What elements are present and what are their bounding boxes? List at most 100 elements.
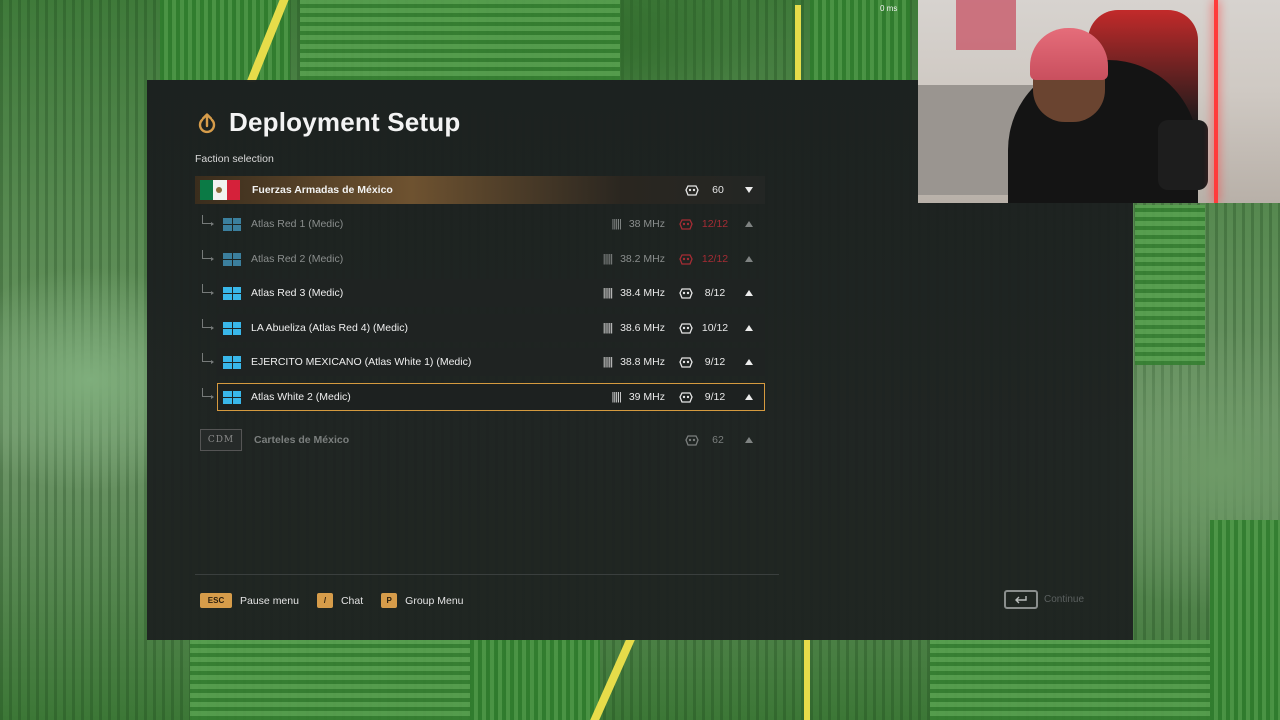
faction-stats: 62 xyxy=(671,426,753,454)
faction-stats: 60 xyxy=(671,176,753,204)
map-field xyxy=(470,640,600,720)
faction-row-fuerzas-armadas[interactable]: Fuerzas Armadas de México 60 xyxy=(195,176,765,204)
continue-label: Continue xyxy=(1044,594,1085,605)
group-menu-key[interactable]: P xyxy=(381,593,398,608)
radio-wave-icon: ||||| xyxy=(611,391,622,403)
group-stats: ||||| 38.6 MHz 10/12 xyxy=(603,314,753,342)
map-field xyxy=(190,640,470,720)
tree-branch-icon xyxy=(202,319,214,330)
group-slots: 9/12 xyxy=(704,391,726,403)
frequency-value: 38.4 MHz xyxy=(620,287,665,299)
expand-arrow-icon[interactable] xyxy=(745,394,753,400)
frequency-value: 38.2 MHz xyxy=(620,253,665,265)
collapse-arrow-icon[interactable] xyxy=(745,187,753,193)
group-stats: ||||| 38.4 MHz 8/12 xyxy=(603,279,753,307)
radio-wave-icon: ||||| xyxy=(602,356,613,368)
expand-arrow-icon[interactable] xyxy=(745,221,753,227)
faction-selection-label: Faction selection xyxy=(195,153,274,165)
esc-key[interactable]: ESC xyxy=(200,593,232,608)
group-row-selected[interactable]: Atlas White 2 (Medic) ||||| 39 MHz 9/12 xyxy=(202,383,765,411)
tree-branch-icon xyxy=(202,284,214,295)
group-row[interactable]: Atlas Red 1 (Medic) ||||| 38 MHz 12/12 xyxy=(202,210,765,238)
continue-button[interactable]: Continue xyxy=(1004,590,1084,609)
tree-branch-icon xyxy=(202,353,214,364)
map-field xyxy=(300,0,620,80)
expand-arrow-icon[interactable] xyxy=(745,325,753,331)
expand-arrow-icon[interactable] xyxy=(745,359,753,365)
group-row[interactable]: Atlas Red 3 (Medic) ||||| 38.4 MHz 8/12 xyxy=(202,279,765,307)
webcam-background xyxy=(956,0,1016,50)
panel-header: Deployment Setup xyxy=(195,107,460,138)
group-slots: 12/12 xyxy=(701,253,729,265)
faction-name: Carteles de México xyxy=(254,434,350,446)
frequency-value: 38.8 MHz xyxy=(620,356,665,368)
group-slots: 10/12 xyxy=(701,322,729,334)
led-strip xyxy=(1214,0,1218,203)
latency-readout: 0 ms xyxy=(880,4,898,13)
expand-arrow-icon[interactable] xyxy=(745,437,753,443)
page-title: Deployment Setup xyxy=(229,107,461,137)
group-row[interactable]: LA Abueliza (Atlas Red 4) (Medic) ||||| 3… xyxy=(202,314,765,342)
map-field xyxy=(1210,520,1280,720)
group-slots: 12/12 xyxy=(701,218,729,230)
footer-divider xyxy=(195,574,779,575)
expand-arrow-icon[interactable] xyxy=(745,256,753,262)
map-road xyxy=(804,640,810,720)
group-name: LA Abueliza (Atlas Red 4) (Medic) xyxy=(251,322,408,334)
group-name: Atlas White 2 (Medic) xyxy=(251,391,351,403)
group-stats: ||||| 39 MHz 9/12 xyxy=(612,383,753,411)
group-stats: ||||| 38 MHz 12/12 xyxy=(612,210,753,238)
tree-branch-icon xyxy=(202,215,214,226)
group-row[interactable]: EJERCITO MEXICANO (Atlas White 1) (Medic… xyxy=(202,348,765,376)
group-slots: 8/12 xyxy=(704,287,726,299)
radio-wave-icon: ||||| xyxy=(602,287,613,299)
group-stats: ||||| 38.2 MHz 12/12 xyxy=(603,245,753,273)
players-icon xyxy=(679,356,693,368)
group-slots: 9/12 xyxy=(704,356,726,368)
group-frequency: ||||| 38.2 MHz xyxy=(603,253,665,265)
faction-name: Fuerzas Armadas de México xyxy=(252,184,393,196)
group-name: Atlas Red 3 (Medic) xyxy=(251,287,344,299)
group-row[interactable]: Atlas Red 2 (Medic) ||||| 38.2 MHz 12/12 xyxy=(202,245,765,273)
pause-menu-label[interactable]: Pause menu xyxy=(240,595,299,607)
enter-key-icon xyxy=(1004,590,1038,609)
players-icon xyxy=(685,434,699,446)
mexico-flag-icon xyxy=(200,180,240,200)
faction-player-count: 62 xyxy=(712,434,724,446)
faction-player-count: 60 xyxy=(712,184,724,196)
players-icon xyxy=(679,253,693,265)
frequency-value: 38 MHz xyxy=(628,218,665,230)
cdm-logo: CDM xyxy=(200,429,242,451)
radio-wave-icon: ||||| xyxy=(602,322,613,334)
microphone xyxy=(1158,120,1208,190)
squad-icon xyxy=(223,355,241,369)
tree-branch-icon xyxy=(202,388,214,399)
squad-icon xyxy=(223,252,241,266)
group-frequency: ||||| 38.4 MHz xyxy=(603,287,665,299)
players-icon xyxy=(679,218,693,230)
squad-icon xyxy=(223,217,241,231)
squad-icon xyxy=(223,286,241,300)
deploy-icon xyxy=(195,111,219,135)
group-frequency: ||||| 38.8 MHz xyxy=(603,356,665,368)
webcam-overlay xyxy=(918,0,1280,203)
faction-row-carteles[interactable]: CDM Carteles de México 62 xyxy=(195,426,765,454)
expand-arrow-icon[interactable] xyxy=(745,290,753,296)
chat-label[interactable]: Chat xyxy=(341,595,363,607)
players-icon xyxy=(679,322,693,334)
chat-key[interactable]: / xyxy=(316,593,333,608)
map-field xyxy=(930,640,1210,720)
group-frequency: ||||| 38 MHz xyxy=(612,218,665,230)
players-icon xyxy=(679,391,693,403)
radio-wave-icon: ||||| xyxy=(611,218,622,230)
group-name: EJERCITO MEXICANO (Atlas White 1) (Medic… xyxy=(251,356,472,368)
group-frequency: ||||| 38.6 MHz xyxy=(603,322,665,334)
group-menu-label[interactable]: Group Menu xyxy=(405,595,463,607)
map-field xyxy=(1135,205,1205,365)
footer-hints: ESC Pause menu / Chat P Group Menu xyxy=(200,593,482,608)
radio-wave-icon: ||||| xyxy=(602,253,613,265)
group-name: Atlas Red 2 (Medic) xyxy=(251,253,344,265)
squad-icon xyxy=(223,321,241,335)
group-name: Atlas Red 1 (Medic) xyxy=(251,218,344,230)
map-road xyxy=(795,5,801,80)
